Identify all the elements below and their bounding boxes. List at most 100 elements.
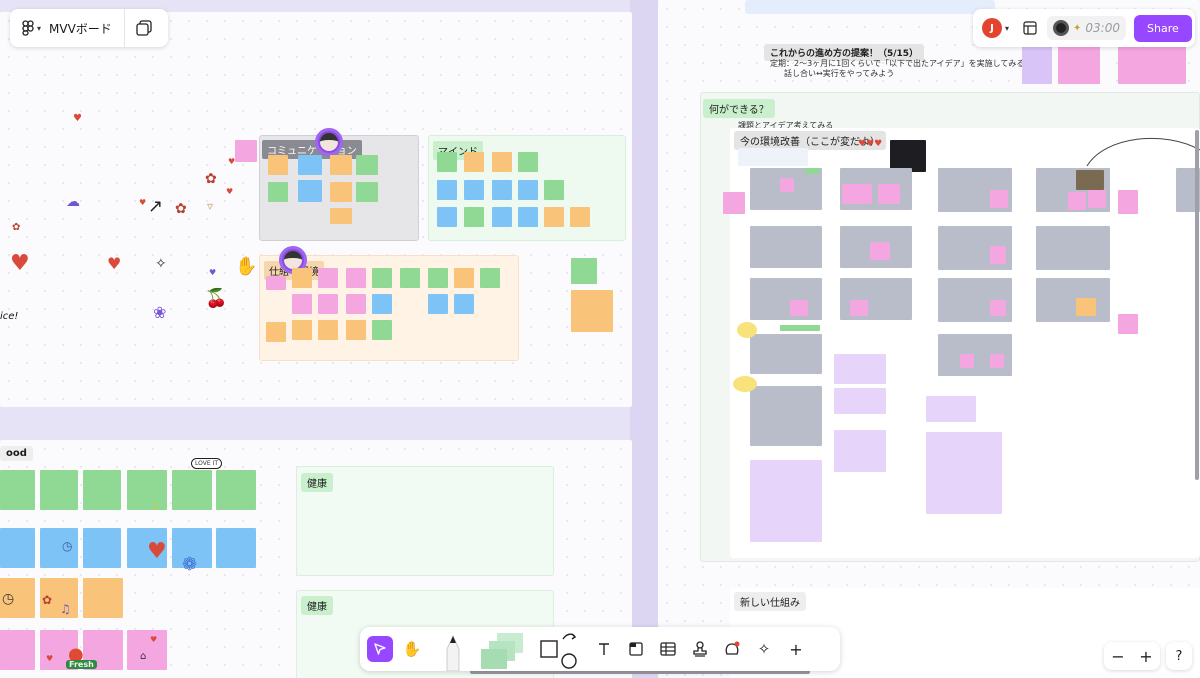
sticky-note[interactable] — [292, 268, 312, 288]
sticky-note[interactable] — [990, 354, 1004, 368]
sticky-note[interactable] — [733, 376, 757, 392]
flow-box[interactable] — [834, 388, 886, 414]
sticky-note[interactable] — [318, 320, 338, 340]
sticky-note[interactable] — [292, 320, 312, 340]
sticky-note[interactable] — [372, 294, 392, 314]
sticky-note[interactable] — [346, 268, 366, 288]
sticky-note[interactable] — [356, 155, 378, 175]
sticky-note[interactable] — [464, 207, 484, 227]
sticky-note[interactable] — [330, 208, 352, 224]
sticky-note[interactable] — [1088, 190, 1106, 208]
sticky-note[interactable] — [571, 290, 613, 332]
sticky-note[interactable] — [990, 190, 1008, 208]
sticky-note[interactable] — [127, 630, 167, 670]
sticky-note[interactable] — [330, 182, 352, 202]
sticky-note[interactable] — [960, 354, 974, 368]
hand-tool[interactable]: ✋ — [399, 636, 425, 662]
sticky-note[interactable] — [127, 470, 167, 510]
sticky-note[interactable] — [298, 180, 322, 202]
help-button[interactable]: ? — [1166, 642, 1192, 670]
table-tool[interactable] — [655, 636, 681, 662]
flower-sticker[interactable]: ✿ — [205, 172, 217, 186]
sticky-note[interactable] — [0, 470, 35, 510]
sticky-note[interactable] — [723, 192, 745, 214]
sticky-note[interactable] — [266, 322, 286, 342]
sticky-note[interactable] — [346, 320, 366, 340]
sticky-note[interactable] — [318, 268, 338, 288]
heart-sticker[interactable]: ♥ — [147, 541, 167, 563]
sticky-note[interactable] — [518, 152, 538, 172]
shape-tool[interactable] — [539, 629, 579, 669]
sticky-note[interactable] — [492, 207, 512, 227]
sticky-note[interactable] — [83, 578, 123, 618]
section-tool[interactable] — [623, 636, 649, 662]
idea-frame[interactable] — [1036, 226, 1110, 270]
flow-box[interactable] — [834, 430, 886, 472]
small-heart-sticker[interactable]: ♥ — [209, 269, 216, 277]
flower-sticker[interactable]: ✿ — [12, 223, 20, 233]
sticky-note[interactable] — [737, 322, 757, 338]
sticky-note[interactable] — [492, 152, 512, 172]
sticky-note[interactable] — [0, 528, 35, 568]
sticky-note[interactable] — [990, 300, 1006, 316]
ai-tool[interactable]: ✧ — [751, 636, 777, 662]
flow-box[interactable] — [834, 354, 886, 384]
sticky-note[interactable] — [780, 325, 820, 331]
more-tool[interactable]: + — [783, 636, 809, 662]
idea-frame[interactable] — [750, 334, 822, 374]
sticky-note[interactable] — [318, 294, 338, 314]
flow-box[interactable] — [926, 396, 976, 422]
sticky-note[interactable] — [454, 294, 474, 314]
sticky-note[interactable] — [216, 470, 256, 510]
sticky-note[interactable] — [216, 528, 256, 568]
widget-tool[interactable] — [719, 636, 745, 662]
idea-frame[interactable] — [750, 278, 822, 320]
sticky-note[interactable] — [400, 268, 420, 288]
sticky-note[interactable] — [268, 155, 288, 175]
flower-sticker[interactable]: ❀ — [153, 305, 166, 321]
sticky-note[interactable] — [878, 184, 900, 204]
select-tool[interactable] — [367, 636, 393, 662]
text-tool[interactable] — [591, 636, 617, 662]
heart-sticker[interactable]: ♥ — [226, 188, 233, 196]
sticky-note[interactable] — [544, 180, 564, 200]
sticky-note[interactable] — [268, 182, 288, 202]
sticky-note[interactable] — [346, 294, 366, 314]
sticky-note[interactable] — [330, 155, 352, 175]
board-title[interactable]: MVVボード — [49, 20, 124, 37]
sticky-note[interactable] — [805, 168, 819, 174]
sticky-note[interactable] — [235, 140, 257, 162]
handwritten-text[interactable]: ice! — [0, 311, 18, 322]
sticky-note[interactable] — [83, 528, 121, 568]
health-region-1[interactable] — [296, 466, 554, 576]
heart-sticker[interactable]: ♥ — [73, 114, 82, 124]
heart-sticker[interactable]: ♥ — [228, 158, 235, 166]
sticky-note[interactable] — [1118, 314, 1138, 334]
pen-tool[interactable] — [441, 627, 465, 671]
sticky-note[interactable] — [372, 268, 392, 288]
heart-sticker[interactable]: ♥ — [139, 199, 146, 207]
sticky-note[interactable] — [292, 294, 312, 314]
zoom-in-button[interactable]: + — [1139, 647, 1152, 666]
ice-cream-sticker[interactable]: ▿ — [207, 200, 213, 212]
cherry-sticker[interactable]: 🍒 — [205, 290, 227, 308]
sticky-note[interactable] — [492, 180, 512, 200]
sticky-note[interactable] — [428, 268, 448, 288]
sticky-note[interactable] — [780, 178, 794, 192]
love-it-sticker[interactable]: LOVE IT — [191, 458, 222, 469]
heart-sticker[interactable]: ♥ — [107, 256, 121, 272]
sidebar-toggle-button[interactable] — [1009, 21, 1047, 35]
zoom-out-button[interactable]: − — [1111, 647, 1124, 666]
photo-embed[interactable] — [1076, 170, 1104, 190]
sticky-note[interactable] — [356, 182, 378, 202]
flow-box[interactable] — [750, 460, 822, 542]
idea-frame[interactable] — [750, 386, 822, 446]
figma-menu-button[interactable]: ▾ — [10, 20, 49, 36]
sticky-note[interactable] — [83, 470, 121, 510]
sticky-note[interactable] — [850, 300, 868, 316]
sticky-note[interactable] — [544, 207, 564, 227]
sticky-note[interactable] — [464, 152, 484, 172]
sticky-note[interactable] — [437, 152, 457, 172]
vertical-scrollbar[interactable] — [1195, 130, 1199, 480]
sticky-note[interactable] — [298, 155, 322, 175]
